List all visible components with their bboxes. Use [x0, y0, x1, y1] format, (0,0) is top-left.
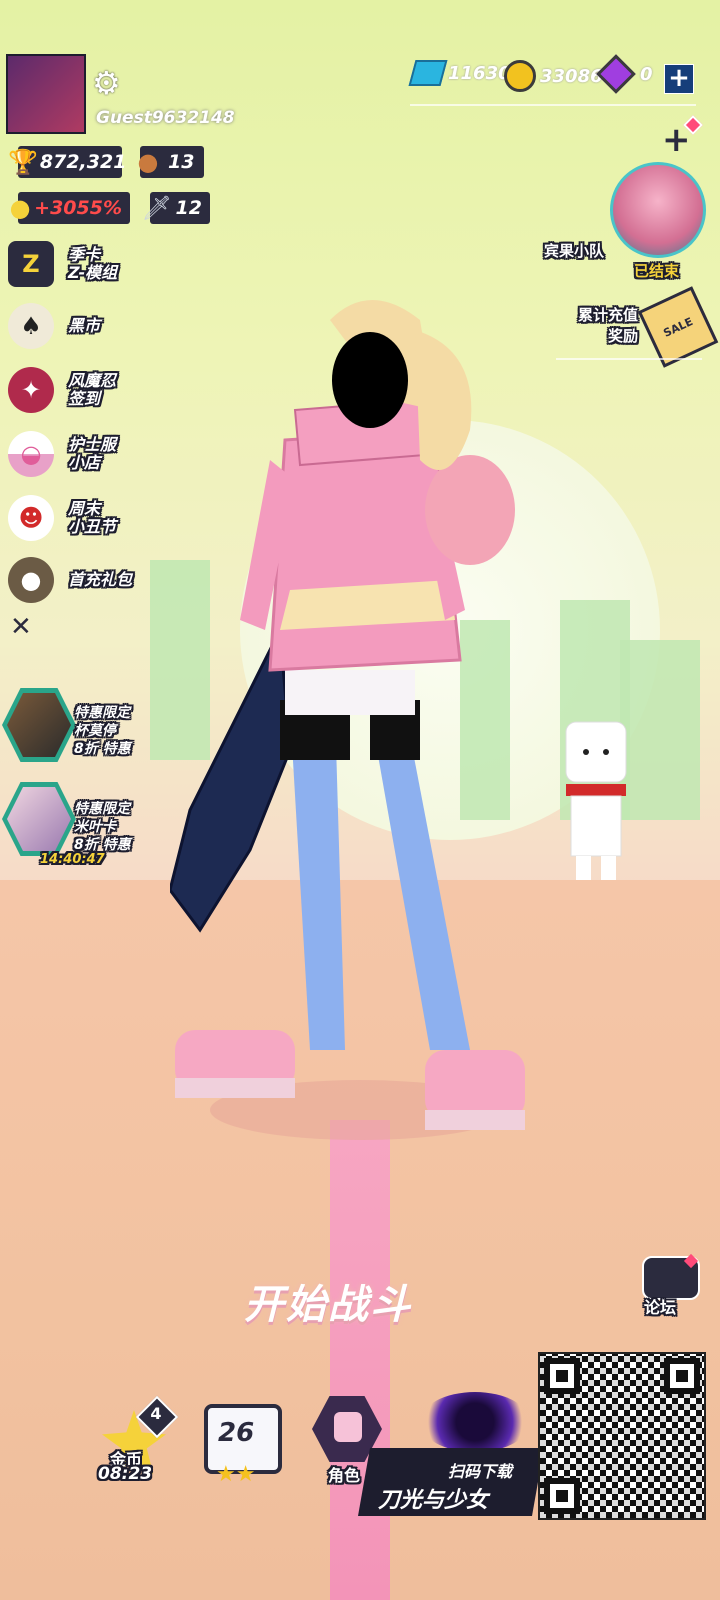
sword-value: 12	[175, 197, 202, 219]
menu-label: 风魔忍 签到	[68, 371, 117, 408]
qr-finder-pattern	[544, 1358, 580, 1394]
character-label: 角色	[328, 1466, 361, 1485]
z-badge-icon: Z	[8, 241, 54, 287]
menu-label: 周末 小丑节	[68, 499, 117, 536]
bonus-stat: ● +3055%	[10, 192, 130, 224]
level-stars-icon: ★★	[216, 1462, 256, 1487]
gem-value: 11630	[448, 62, 511, 84]
promo-title: 特惠限定	[74, 705, 130, 721]
coin-icon	[504, 60, 536, 92]
menu-clown-festival[interactable]: ☻ 周末 小丑节	[8, 492, 158, 544]
menu-label: 黑市	[68, 316, 101, 335]
team-portrait	[610, 162, 706, 258]
gold-badge-count: 4	[150, 1404, 162, 1423]
pet-bear[interactable]	[556, 712, 636, 882]
character-portrait	[7, 693, 71, 757]
coin-value: 33086	[540, 65, 603, 87]
bear-stat: ● 13	[138, 146, 204, 178]
sword-icon: 🗡	[141, 194, 172, 222]
sale-tag-icon: SALE	[637, 286, 719, 368]
cumulative-recharge-reward[interactable]: 累计充值 奖励 SALE	[552, 286, 719, 368]
player-avatar[interactable]	[6, 54, 86, 134]
spade-icon: ♠	[8, 303, 54, 349]
username: Guest9632148	[96, 108, 235, 128]
start-battle-button[interactable]: 开始战斗	[244, 1272, 412, 1330]
promo-timer: 14:40:47	[40, 852, 105, 867]
shuriken-icon: ✦	[8, 367, 54, 413]
promo-hex-frame	[2, 688, 76, 762]
gem-currency: 11630	[408, 60, 511, 86]
trophy-icon: 🏆	[8, 148, 38, 176]
collapse-menu-close-icon[interactable]: ✕	[10, 612, 32, 642]
promo-name: 米叶卡	[74, 819, 116, 835]
promo-discount: 8折 特惠	[74, 837, 131, 853]
level-button[interactable]: 26 ★★	[204, 1400, 284, 1492]
crystal-icon	[596, 54, 636, 94]
promo-offer-1[interactable]: 特惠限定 杯莫停 8折 特惠	[2, 684, 152, 768]
menu-label: 护士服 小店	[68, 435, 117, 472]
qr-finder-pattern	[544, 1478, 580, 1514]
trophy-value: 872,321	[39, 151, 127, 173]
coin-currency: 33086	[504, 60, 603, 92]
menu-season-card[interactable]: Z 季卡 Z-模组	[8, 238, 158, 290]
piggy-icon: ●	[8, 557, 54, 603]
player-character[interactable]	[168, 290, 550, 1190]
portal-orb-icon[interactable]	[420, 1392, 530, 1452]
gem-icon	[408, 60, 448, 86]
recharge-label: 累计充值 奖励	[577, 306, 638, 345]
download-qr-code	[538, 1352, 706, 1520]
right-divider	[556, 358, 702, 360]
duck-icon: ●	[9, 194, 31, 222]
promo-hex-frame	[2, 782, 76, 856]
bingo-team-event[interactable]: 宾果小队 已结束	[540, 160, 710, 284]
bear-value: 13	[168, 151, 195, 173]
trophy-stat: 🏆 872,321	[8, 146, 126, 178]
menu-black-market[interactable]: ♠ 黑市	[8, 300, 158, 352]
menu-ninja-checkin[interactable]: ✦ 风魔忍 签到	[8, 364, 158, 416]
qr-finder-pattern	[664, 1358, 700, 1394]
menu-label: 首充礼包	[68, 570, 133, 589]
bonus-value: +3055%	[34, 197, 122, 219]
forum-button[interactable]: 论坛	[638, 1253, 700, 1317]
crystal-currency: 0	[596, 54, 653, 94]
download-banner-text: 扫码下载 刀光与少女	[364, 1448, 538, 1516]
promo-title: 特惠限定	[74, 801, 130, 817]
promo-offer-2[interactable]: 特惠限定 米叶卡 8折 特惠 14:40:47	[2, 782, 152, 872]
scan-label: 扫码下载	[448, 1462, 513, 1481]
capsule-icon: ◒	[8, 431, 54, 477]
game-title: 刀光与少女	[378, 1488, 489, 1513]
menu-first-recharge[interactable]: ● 首充礼包	[8, 554, 158, 606]
arena-path	[330, 1120, 390, 1600]
character-head-icon	[334, 1412, 362, 1442]
add-currency-plus-icon[interactable]: +	[664, 64, 694, 94]
level-value: 26	[218, 1418, 255, 1448]
team-label: 宾果小队	[544, 242, 605, 260]
clown-icon: ☻	[8, 495, 54, 541]
forum-label: 论坛	[644, 1298, 677, 1317]
promo-discount: 8折 特惠	[74, 741, 131, 757]
currency-divider	[410, 104, 696, 106]
bear-icon: ●	[137, 148, 159, 176]
settings-gear-icon[interactable]: ⚙	[92, 64, 121, 102]
menu-nurse-shop[interactable]: ◒ 护士服 小店	[8, 428, 158, 480]
gold-timer: 08:23	[98, 1464, 153, 1484]
sword-stat: 🗡 12	[142, 192, 210, 224]
character-portrait	[7, 787, 71, 851]
gold-reward-button[interactable]: 4 金币 08:23	[96, 1395, 179, 1492]
team-status: 已结束	[634, 262, 680, 280]
menu-label: 季卡 Z-模组	[68, 245, 118, 282]
crystal-value: 0	[640, 63, 653, 85]
promo-name: 杯莫停	[74, 723, 116, 739]
